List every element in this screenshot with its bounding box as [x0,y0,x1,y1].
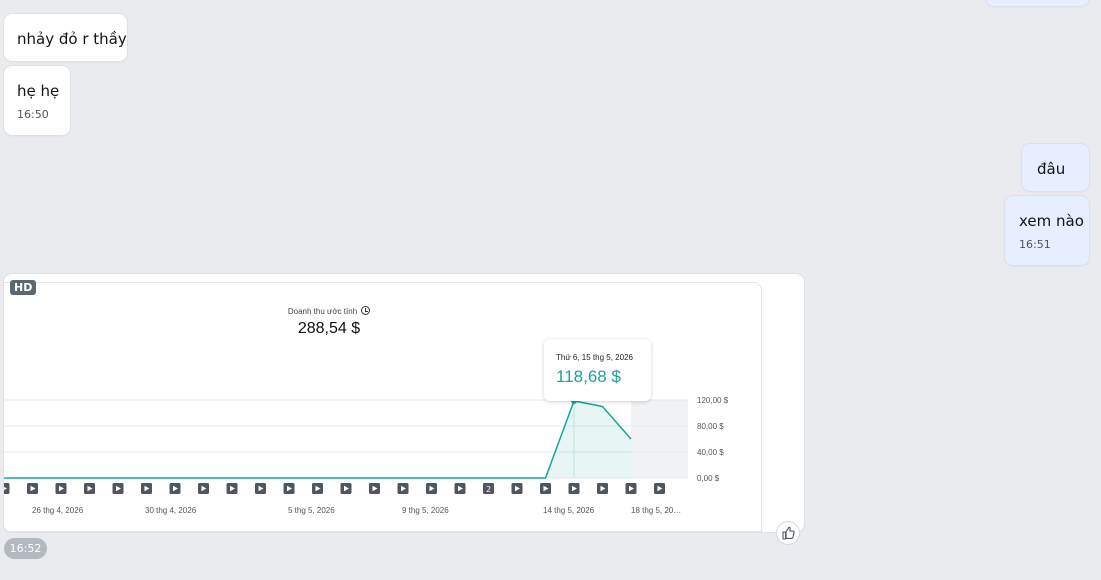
y-tick-label: 80,00 $ [697,422,724,431]
x-tick-label: 30 thg 4, 2026 [145,506,197,515]
message-text: hẹ hẹ [17,82,60,100]
message-time-pill: 16:52 [4,538,47,559]
image-message[interactable]: Doanh thu ước tính 288,54 $ 0,00 $40,00 … [4,274,804,532]
tooltip-value: 118,68 $ [556,367,621,386]
x-tick-label: 14 thg 5, 2026 [543,506,595,515]
future-region [631,400,688,478]
revenue-chart: 0,00 $ 40,00 $ 80,00 $ 120,00 $ 2 26 thg 4, 2… [4,396,729,515]
y-tick-label: 120,00 $ [697,396,729,405]
message-bubble-partial[interactable] [986,0,1089,6]
y-tick-label: 0,00 $ [697,474,720,483]
y-tick-label: 40,00 $ [697,448,724,457]
hd-badge: HD [10,280,37,295]
message-bubble[interactable]: đâu [1022,144,1089,191]
message-bubble[interactable]: hẹ hẹ 16:50 [4,66,70,135]
image-preview[interactable]: Doanh thu ước tính 288,54 $ 0,00 $40,00 … [4,282,762,532]
series-area [545,400,631,478]
reaction-button[interactable] [777,522,799,544]
x-tick-label: 9 thg 5, 2026 [402,506,449,515]
message-time: 16:51 [1019,238,1051,251]
message-text: đâu [1037,160,1066,178]
thumbs-up-icon [782,526,795,540]
message-text: nhảy đỏ r thầy [17,30,127,48]
series-line [4,400,632,479]
message-text: xem nào [1019,212,1084,230]
x-tick-label: 26 thg 4, 2026 [32,506,84,515]
tooltip-date: Thứ 6, 15 thg 5, 2026 [556,353,633,362]
marker-badge: 2 [486,485,491,494]
message-bubble[interactable]: nhảy đỏ r thầy [4,14,127,61]
message-bubble[interactable]: xem nào 16:51 [1005,196,1089,265]
x-tick-label: 5 thg 5, 2026 [288,506,335,515]
message-time: 16:50 [17,108,49,121]
x-tick-label: 18 thg 5, 20… [631,506,681,515]
chart-tooltip: Thứ 6, 15 thg 5, 2026 118,68 $ [544,339,651,401]
